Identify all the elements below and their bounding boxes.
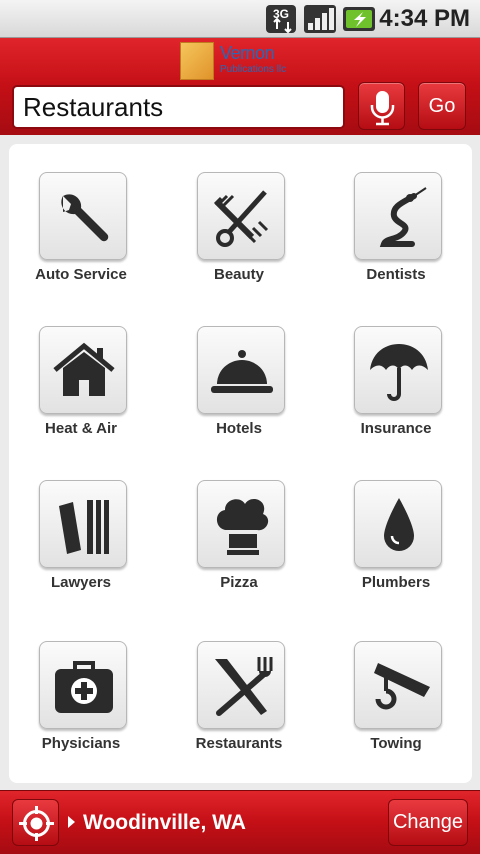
crosshair-icon <box>19 806 54 841</box>
water-drop-icon <box>384 498 414 551</box>
go-button[interactable]: Go <box>418 82 466 130</box>
cloche-icon <box>211 350 273 393</box>
logo-name: Vernon <box>220 43 275 63</box>
category-button[interactable] <box>197 641 285 729</box>
category-label: Heat & Air <box>45 420 117 437</box>
category-button[interactable] <box>39 641 127 729</box>
books-icon <box>59 500 109 554</box>
category-grid: Auto Service Beauty Dentists Heat & Air … <box>9 144 472 783</box>
wrench-icon <box>61 194 109 242</box>
category-tile-lawyers[interactable]: Lawyers <box>21 480 141 610</box>
category-tile-heat-air[interactable]: Heat & Air <box>21 326 141 456</box>
medical-kit-icon <box>55 661 113 713</box>
current-location: Woodinville, WA <box>83 811 246 834</box>
dental-tool-icon <box>379 187 427 247</box>
svg-text:3G: 3G <box>273 7 289 21</box>
category-button[interactable] <box>197 326 285 414</box>
category-tile-towing[interactable]: Towing <box>336 641 456 771</box>
category-label: Physicians <box>41 735 121 752</box>
category-tile-restaurants[interactable]: Restaurants <box>179 641 299 771</box>
category-tile-hotels[interactable]: Hotels <box>179 326 299 456</box>
3g-data-icon: 3G <box>266 5 296 34</box>
house-icon <box>53 342 115 396</box>
category-tile-beauty[interactable]: Beauty <box>179 172 299 302</box>
category-button[interactable] <box>39 480 127 568</box>
locate-me-button[interactable] <box>12 799 59 846</box>
category-button[interactable] <box>197 480 285 568</box>
logo: Vernon Publications llc <box>178 41 304 80</box>
logo-subtitle: Publications llc <box>220 64 287 75</box>
category-button[interactable] <box>354 641 442 729</box>
category-button[interactable] <box>354 326 442 414</box>
category-button[interactable] <box>354 172 442 260</box>
microphone-icon <box>370 91 395 126</box>
category-button[interactable] <box>39 172 127 260</box>
category-label: Beauty <box>213 266 265 283</box>
voice-search-button[interactable] <box>358 82 405 130</box>
category-label: Dentists <box>366 266 426 283</box>
logo-mark <box>180 42 214 80</box>
category-label: Pizza <box>220 574 258 591</box>
category-label: Towing <box>370 735 422 752</box>
category-label: Hotels <box>216 420 262 437</box>
tow-hook-icon <box>374 663 430 710</box>
knife-fork-icon <box>215 657 273 716</box>
category-tile-plumbers[interactable]: Plumbers <box>336 480 456 610</box>
comb-scissors-icon <box>213 190 269 247</box>
category-tile-insurance[interactable]: Insurance <box>336 326 456 456</box>
play-arrow-icon <box>68 816 75 828</box>
category-label: Plumbers <box>361 574 431 591</box>
category-tile-pizza[interactable]: Pizza <box>179 480 299 610</box>
location-bar: Woodinville, WA Change <box>0 790 480 854</box>
clock: 4:34 PM <box>379 5 470 32</box>
signal-icon <box>304 5 336 33</box>
chef-hat-icon <box>216 499 269 555</box>
category-button[interactable] <box>39 326 127 414</box>
battery-charging-icon <box>343 7 375 31</box>
category-button[interactable] <box>197 172 285 260</box>
category-button[interactable] <box>354 480 442 568</box>
category-tile-auto-service[interactable]: Auto Service <box>21 172 141 302</box>
status-bar: 3G 4:34 PM <box>0 0 480 38</box>
category-tile-dentists[interactable]: Dentists <box>336 172 456 302</box>
category-label: Auto Service <box>35 266 127 283</box>
umbrella-icon <box>370 344 428 401</box>
category-label: Insurance <box>360 420 432 437</box>
category-tile-physicians[interactable]: Physicians <box>21 641 141 771</box>
change-location-button[interactable]: Change <box>388 799 468 846</box>
search-input[interactable] <box>12 85 345 129</box>
app-header: Vernon Publications llc Go <box>0 38 480 135</box>
category-label: Restaurants <box>195 735 283 752</box>
category-label: Lawyers <box>50 574 112 591</box>
